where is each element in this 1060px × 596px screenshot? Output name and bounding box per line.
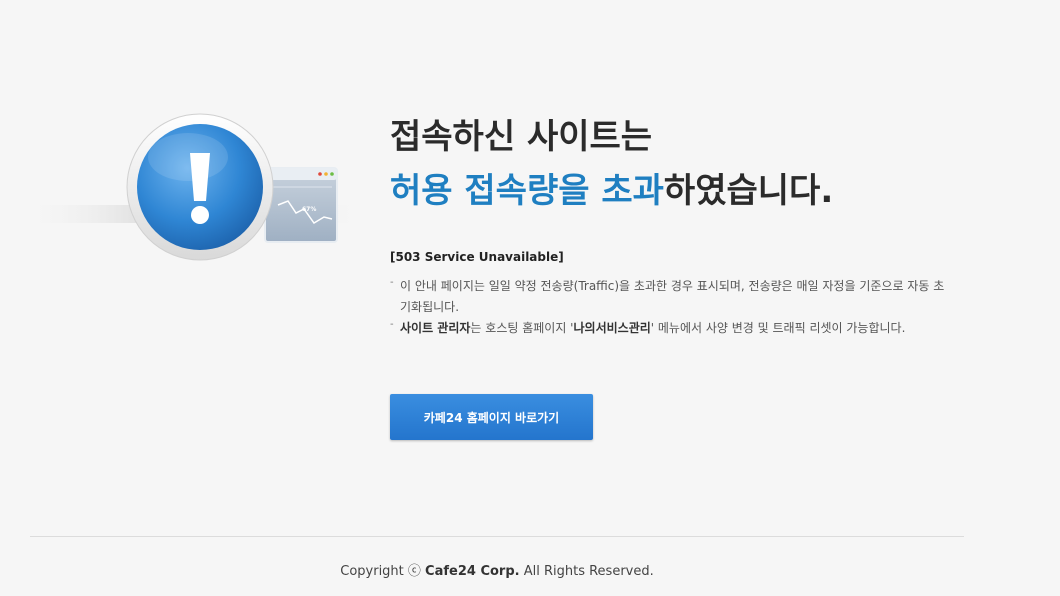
copyright-suffix: All Rights Reserved.: [519, 564, 654, 579]
status-code: [503 Service Unavailable]: [390, 250, 564, 264]
svg-text:67%: 67%: [302, 206, 316, 213]
notice-item-admin: 사이트 관리자는 호스팅 홈페이지 '나의서비스관리' 메뉴에서 사양 변경 및…: [390, 314, 950, 339]
notice-bold-admin: 사이트 관리자: [400, 321, 471, 335]
notice-text: 이 안내 페이지는 일일 약정 전송량(Traffic)을 초과한 경우 표시되…: [400, 279, 945, 314]
footer-divider: [30, 536, 964, 537]
page-title: 접속하신 사이트는 허용 접속량을 초과하였습니다.: [390, 110, 833, 218]
copyright-prefix: Copyright ⓒ: [340, 564, 426, 579]
cafe24-home-button[interactable]: 카페24 홈페이지 바로가기: [390, 394, 593, 440]
copyright: Copyright ⓒ Cafe24 Corp. All Rights Rese…: [0, 560, 994, 579]
warning-illustration: 67%: [20, 105, 365, 265]
notice-text: ' 메뉴에서 사양 변경 및 트래픽 리셋이 가능합니다.: [650, 321, 906, 335]
title-accent: 허용 접속량을 초과: [390, 171, 664, 211]
title-line-1: 접속하신 사이트는: [390, 117, 653, 157]
error-page: 67% 접속하신 사이트는 허용 접속량을 초과하였습니다. [503 Serv…: [0, 0, 1060, 596]
copyright-company: Cafe24 Corp.: [425, 564, 520, 579]
exclamation-icon: 67%: [20, 113, 365, 261]
title-rest: 하였습니다.: [663, 171, 834, 211]
notice-bold-menu: 나의서비스관리: [573, 321, 651, 335]
notice-item-traffic: 이 안내 페이지는 일일 약정 전송량(Traffic)을 초과한 경우 표시되…: [390, 272, 950, 318]
notice-list: 이 안내 페이지는 일일 약정 전송량(Traffic)을 초과한 경우 표시되…: [390, 272, 950, 339]
title-line-2: 허용 접속량을 초과하였습니다.: [390, 164, 833, 218]
notice-text: 는 호스팅 홈페이지 ': [470, 321, 574, 335]
